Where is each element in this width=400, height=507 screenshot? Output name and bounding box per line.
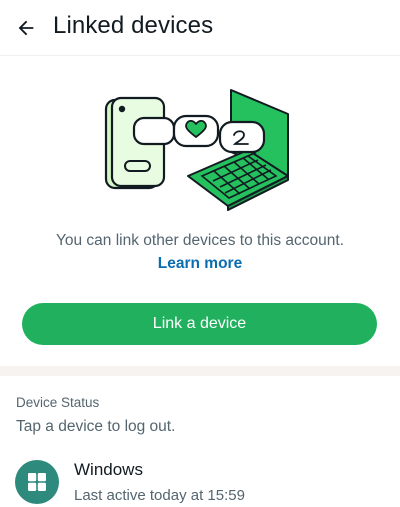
windows-icon — [28, 473, 46, 491]
link-device-button[interactable]: Link a device — [22, 303, 377, 345]
device-avatar — [15, 460, 59, 504]
linked-devices-illustration — [104, 89, 289, 211]
device-name: Windows — [74, 460, 143, 479]
arrow-left-icon — [18, 20, 34, 36]
intro-text: You can link other devices to this accou… — [55, 232, 345, 249]
learn-more-link[interactable]: Learn more — [0, 255, 400, 273]
device-last-active: Last active today at 15:59 — [74, 487, 245, 504]
back-button[interactable] — [12, 14, 40, 42]
app-bar: Linked devices — [0, 0, 400, 56]
device-list-item[interactable]: Windows Last active today at 15:59 — [0, 450, 400, 507]
device-status-hint: Tap a device to log out. — [16, 418, 176, 435]
section-divider — [0, 366, 400, 376]
device-status-heading: Device Status — [16, 395, 100, 410]
page-title: Linked devices — [53, 12, 214, 39]
